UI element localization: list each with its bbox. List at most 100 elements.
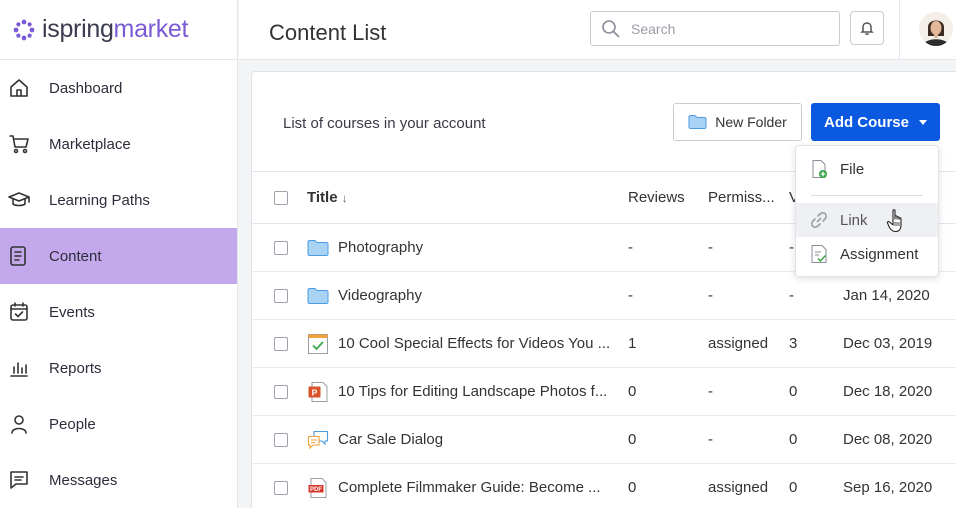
row-title-cell[interactable]: 10 Cool Special Effects for Videos You .… — [307, 333, 628, 355]
folder-icon — [688, 115, 707, 129]
new-folder-label: New Folder — [715, 114, 787, 130]
row-permissions: assigned — [708, 335, 769, 352]
brand-logo[interactable]: ispringmarket — [0, 0, 237, 60]
document-icon — [8, 245, 30, 267]
row-reviews: 1 — [628, 335, 637, 352]
table-row[interactable]: Videography - - - Jan 14, 2020 — [252, 272, 956, 320]
message-icon — [8, 469, 30, 491]
row-checkbox[interactable] — [274, 240, 288, 255]
quiz-icon — [307, 333, 329, 355]
row-permissions: - — [708, 239, 713, 256]
notifications-button[interactable] — [850, 11, 884, 45]
table-row[interactable]: 10 Cool Special Effects for Videos You .… — [252, 320, 956, 368]
row-title-cell[interactable]: P 10 Tips for Editing Landscape Photos f… — [307, 381, 628, 403]
new-folder-button[interactable]: New Folder — [673, 103, 802, 141]
row-check-cell — [252, 288, 307, 303]
row-title: 10 Tips for Editing Landscape Photos f..… — [338, 383, 608, 400]
row-title-cell[interactable]: Photography — [307, 237, 628, 259]
sidebar-item-label: Content — [49, 247, 102, 265]
sidebar-item-learning-paths[interactable]: Learning Paths — [0, 172, 237, 228]
calendar-check-icon — [8, 301, 30, 323]
select-all-cell — [252, 190, 307, 205]
row-date: Dec 08, 2020 — [843, 431, 933, 448]
row-checkbox[interactable] — [274, 288, 288, 303]
sidebar-item-content[interactable]: Content — [0, 228, 237, 284]
svg-text:P: P — [312, 387, 318, 397]
table-row[interactable]: Car Sale Dialog 0 - 0 Dec 08, 2020 — [252, 416, 956, 464]
user-avatar-icon — [919, 12, 953, 46]
home-icon — [8, 77, 30, 99]
table-row[interactable]: PDF Complete Filmmaker Guide: Become ...… — [252, 464, 956, 508]
page-title: Content List — [269, 20, 387, 45]
row-reviews: 0 — [628, 479, 637, 496]
sidebar-item-marketplace[interactable]: Marketplace — [0, 116, 237, 172]
row-checkbox[interactable] — [274, 432, 288, 447]
menu-item-assignment[interactable]: Assignment — [796, 237, 938, 271]
sidebar-item-events[interactable]: Events — [0, 284, 237, 340]
row-title-cell[interactable]: Videography — [307, 285, 628, 307]
assignment-icon — [809, 244, 829, 264]
header-divider — [899, 0, 900, 60]
sidebar-nav: Dashboard Marketplace Learning Paths Con… — [0, 60, 237, 508]
sidebar-item-dashboard[interactable]: Dashboard — [0, 60, 237, 116]
add-course-button[interactable]: Add Course — [811, 103, 940, 141]
row-check-cell — [252, 240, 307, 255]
column-title[interactable]: Title ↓ — [307, 189, 628, 206]
row-title: 10 Cool Special Effects for Videos You .… — [338, 335, 611, 352]
person-icon — [8, 413, 30, 435]
bar-chart-icon — [8, 357, 30, 379]
row-checkbox[interactable] — [274, 480, 288, 495]
menu-divider — [811, 195, 923, 196]
sidebar-item-label: Reports — [49, 359, 102, 377]
row-reviews: - — [628, 239, 633, 256]
menu-item-label: File — [840, 160, 865, 178]
row-views: 0 — [789, 431, 798, 448]
row-check-cell — [252, 432, 307, 447]
cart-icon — [8, 133, 30, 155]
row-permissions: assigned — [708, 479, 769, 496]
bell-icon — [860, 22, 874, 35]
graduation-cap-icon — [8, 189, 30, 211]
sidebar: ispringmarket Dashboard Marketplace Lear… — [0, 0, 238, 508]
file-add-icon — [809, 159, 829, 179]
row-date: Jan 14, 2020 — [843, 287, 930, 304]
content-card: List of courses in your account New Fold… — [251, 71, 956, 508]
row-permissions: - — [708, 287, 713, 304]
row-views: 0 — [789, 479, 798, 496]
search-box[interactable] — [590, 11, 840, 46]
add-course-label: Add Course — [823, 113, 909, 131]
folder-icon — [307, 237, 329, 259]
search-input[interactable] — [631, 20, 821, 37]
row-title-cell[interactable]: Car Sale Dialog — [307, 429, 628, 451]
sidebar-item-reports[interactable]: Reports — [0, 340, 237, 396]
row-views: 0 — [789, 383, 798, 400]
row-title: Photography — [338, 239, 424, 256]
select-all-checkbox[interactable] — [274, 190, 288, 205]
row-date: Sep 16, 2020 — [843, 479, 933, 496]
content-subtitle: List of courses in your account — [283, 115, 486, 132]
column-title-label: Title — [307, 189, 338, 206]
menu-item-label: Link — [840, 211, 868, 229]
chevron-down-icon — [919, 119, 927, 125]
row-checkbox[interactable] — [274, 384, 288, 399]
row-checkbox[interactable] — [274, 336, 288, 351]
row-title-cell[interactable]: PDF Complete Filmmaker Guide: Become ... — [307, 477, 628, 499]
dialog-icon — [307, 429, 329, 451]
sidebar-item-people[interactable]: People — [0, 396, 237, 452]
row-permissions: - — [708, 431, 713, 448]
sidebar-item-messages[interactable]: Messages — [0, 452, 237, 508]
row-check-cell — [252, 384, 307, 399]
table-row[interactable]: P 10 Tips for Editing Landscape Photos f… — [252, 368, 956, 416]
row-reviews: - — [628, 287, 633, 304]
menu-item-link[interactable]: Link — [796, 203, 938, 237]
sidebar-item-label: Events — [49, 303, 95, 321]
pdf-icon: PDF — [307, 477, 329, 499]
row-views: 3 — [789, 335, 798, 352]
column-permissions[interactable]: Permiss... — [708, 189, 789, 206]
sort-down-icon: ↓ — [341, 190, 348, 205]
row-views: - — [789, 287, 794, 304]
avatar[interactable] — [919, 12, 953, 46]
menu-item-file[interactable]: File — [796, 152, 938, 186]
top-header: Content List — [239, 0, 956, 60]
column-reviews[interactable]: Reviews — [628, 189, 708, 206]
